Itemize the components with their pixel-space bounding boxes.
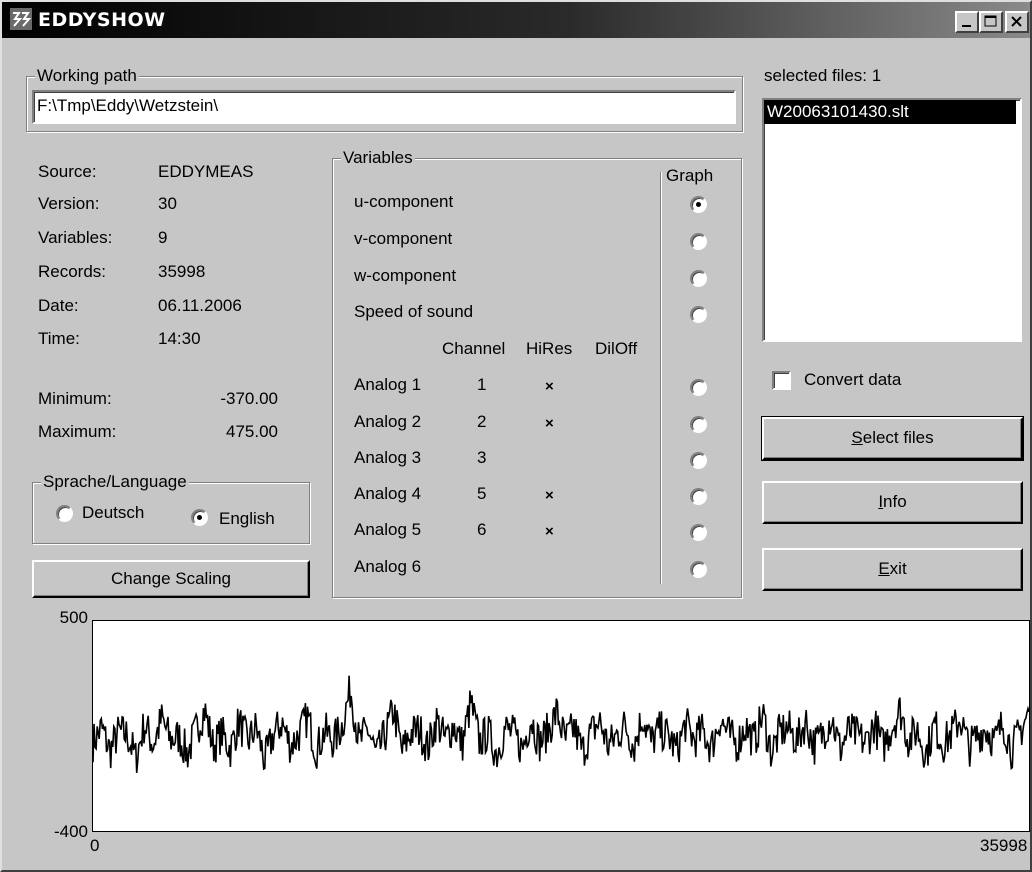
select-files-mnemonic: S: [851, 428, 863, 447]
exit-button[interactable]: Exit: [762, 548, 1023, 591]
select-files-button[interactable]: Select files: [761, 416, 1024, 461]
variable-label: Speed of sound: [354, 302, 474, 321]
maximum-value: 475.00: [226, 422, 278, 441]
working-path-input[interactable]: F:\Tmp\Eddy\Wetzstein\: [32, 90, 736, 124]
radio-english[interactable]: [191, 509, 208, 526]
variables-legend: Variables: [341, 148, 415, 168]
radio-english-label[interactable]: English: [219, 509, 275, 529]
analog-label: Analog 3: [354, 448, 422, 467]
hires-mark: ×: [545, 415, 554, 432]
app-icon: [10, 8, 32, 30]
graph-radio[interactable]: [690, 233, 707, 250]
info-label: nfo: [883, 492, 907, 511]
hires-mark: ×: [545, 523, 554, 540]
close-button[interactable]: [1005, 11, 1029, 33]
info-value: 14:30: [158, 329, 201, 348]
info-label: Records:: [38, 262, 107, 281]
variable-label: v-component: [354, 229, 453, 248]
analog-channel: 3: [477, 448, 487, 467]
exit-mnemonic: E: [878, 559, 890, 578]
hires-mark: ×: [545, 378, 554, 395]
convert-data-checkbox[interactable]: [772, 371, 791, 390]
analog-label: Analog 6: [354, 557, 422, 576]
change-scaling-button[interactable]: Change Scaling: [32, 560, 310, 598]
info-label: Date:: [38, 296, 79, 315]
y-min-label: -400: [53, 822, 88, 841]
file-list-item[interactable]: W20063101430.slt: [764, 100, 1016, 124]
working-path-legend: Working path: [35, 66, 139, 86]
minimize-icon: [962, 25, 971, 27]
exit-label: xit: [889, 559, 907, 578]
graph-radio[interactable]: [690, 524, 707, 541]
graph-header: Graph: [666, 166, 714, 185]
chart-svg: [92, 675, 1030, 773]
analog-channel: 6: [477, 520, 487, 539]
file-listbox[interactable]: W20063101430.slt: [762, 98, 1022, 342]
graph-radio[interactable]: [690, 306, 707, 323]
select-files-label: elect files: [862, 428, 934, 447]
maximum-label: Maximum:: [38, 422, 117, 441]
channel-header: Channel: [442, 339, 506, 358]
window-title: EDDYSHOW: [38, 9, 166, 31]
info-value: 30: [158, 194, 177, 213]
graph-radio[interactable]: [690, 561, 707, 578]
info-value: 06.11.2006: [158, 296, 242, 315]
x-min-label: 0: [90, 836, 100, 855]
graph-radio[interactable]: [690, 488, 707, 505]
minimum-value: -370.00: [220, 389, 278, 408]
graph-radio[interactable]: [690, 196, 707, 213]
main-window: EDDYSHOW Working path F:\Tmp\Eddy\Wetzst…: [0, 0, 1032, 872]
y-max-label: 500: [59, 608, 88, 627]
variable-label: w-component: [354, 266, 457, 285]
title-bar[interactable]: EDDYSHOW: [2, 2, 1030, 38]
maximize-icon: [984, 15, 997, 27]
graph-radio[interactable]: [690, 416, 707, 433]
convert-data-label[interactable]: Convert data: [804, 370, 901, 390]
analog-channel: 5: [477, 484, 487, 503]
graph-radio[interactable]: [690, 452, 707, 469]
series-line: [92, 675, 1030, 773]
variable-label: u-component: [354, 192, 454, 211]
info-label: Version:: [38, 194, 100, 213]
info-label: Time:: [38, 329, 80, 348]
info-value: EDDYMEAS: [158, 162, 254, 181]
chart-plot-area: [92, 620, 1030, 832]
graph-radio[interactable]: [690, 379, 707, 396]
analog-channel: 2: [477, 412, 487, 431]
info-value: 35998: [158, 262, 206, 281]
analog-channel: 1: [477, 375, 487, 394]
selected-files-header: selected files: 1: [764, 66, 882, 85]
minimize-button[interactable]: [955, 11, 979, 33]
analog-label: Analog 4: [354, 484, 422, 503]
analog-label: Analog 5: [354, 520, 422, 539]
analog-label: Analog 1: [354, 375, 422, 394]
analog-label: Analog 2: [354, 412, 422, 431]
hires-header: HiRes: [526, 339, 573, 358]
language-legend: Sprache/Language: [41, 472, 189, 492]
x-max-label: 35998: [980, 836, 1028, 855]
info-button[interactable]: Info: [762, 481, 1023, 524]
graph-column-divider: [660, 172, 661, 584]
close-icon: [1011, 16, 1022, 27]
hires-mark: ×: [545, 487, 554, 504]
info-label: Source:: [38, 162, 97, 181]
radio-deutsch[interactable]: [56, 505, 73, 522]
radio-selected-dot: [696, 202, 701, 207]
info-label: Variables:: [38, 228, 113, 247]
maximize-button[interactable]: [979, 11, 1003, 33]
info-value: 9: [158, 228, 168, 247]
radio-selected-dot: [197, 515, 202, 520]
minimum-label: Minimum:: [38, 389, 112, 408]
diloff-header: DilOff: [595, 339, 638, 358]
graph-radio[interactable]: [690, 270, 707, 287]
radio-deutsch-label[interactable]: Deutsch: [82, 503, 144, 523]
